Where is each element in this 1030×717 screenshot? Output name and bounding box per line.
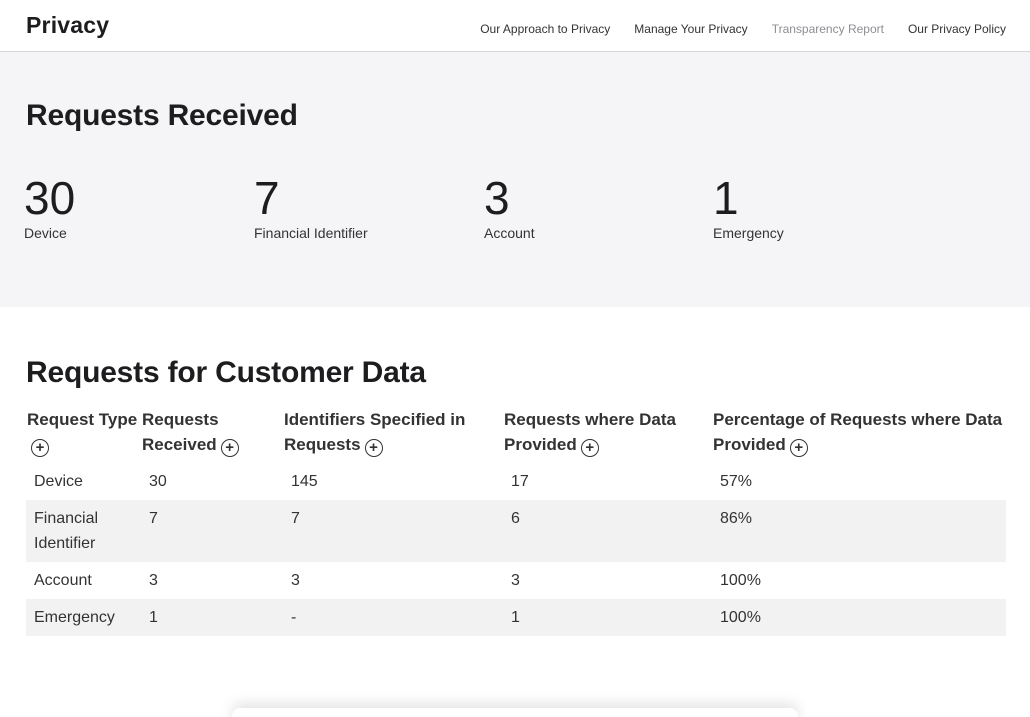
cell-identifiers: 3 [291,572,300,589]
stat-value: 7 [254,172,280,224]
column-header-label: Percentage of Requests where Data Provid… [713,410,1003,454]
customer-data-table: Request Type+ Requests Received + Identif… [26,407,1006,636]
requests-received-section: Requests Received 30 Device 7 Financial … [0,52,1030,307]
cell-data-provided: 17 [511,473,529,490]
nav-link-policy[interactable]: Our Privacy Policy [908,22,1006,36]
stat-label: Device [24,225,67,241]
column-header-label: Request Type [27,410,138,429]
column-header-label: Requests Received [142,410,219,454]
stat-label: Financial Identifier [254,225,368,241]
plus-circle-icon[interactable]: + [789,438,808,457]
cell-identifiers: 145 [291,473,318,490]
cell-request-type: Device [34,473,83,490]
cell-percentage: 57% [720,473,753,490]
plus-circle-icon[interactable]: + [220,438,239,457]
section-title-requests-received: Requests Received [26,99,298,132]
cell-request-type: Financial Identifier [34,510,99,552]
cell-requests-received: 30 [149,473,167,490]
plus-circle-icon[interactable]: + [364,438,383,457]
stat-emergency: 1 Emergency [713,172,784,241]
cell-percentage: 86% [720,510,753,527]
cell-request-type: Emergency [34,609,115,626]
stat-value: 30 [24,172,76,224]
table-row: Financial Identifier 7 7 6 86% [26,500,1006,562]
table-header: Request Type+ Requests Received + Identif… [26,407,1006,463]
cell-percentage: 100% [720,609,761,626]
cell-data-provided: 1 [511,609,520,626]
column-header-requests-received: Requests Received + [141,407,283,463]
cell-requests-received: 3 [149,572,158,589]
cell-identifiers: 7 [291,510,300,527]
cell-request-type: Account [34,572,92,589]
stat-label: Account [484,225,535,241]
nav-link-transparency-report[interactable]: Transparency Report [772,22,884,36]
section-title-customer-data: Requests for Customer Data [26,356,426,389]
cell-identifiers: - [291,609,297,626]
cell-data-provided: 3 [511,572,520,589]
plus-circle-icon[interactable]: + [580,438,599,457]
stat-label: Emergency [713,225,784,241]
cell-percentage: 100% [720,572,761,589]
cell-requests-received: 1 [149,609,158,626]
plus-circle-icon[interactable]: + [31,438,49,457]
stat-account: 3 Account [484,172,535,241]
column-header-request-type: Request Type + [26,407,141,463]
stat-device: 30 Device [24,172,75,241]
nav-link-approach[interactable]: Our Approach to Privacy [480,22,610,36]
stat-financial-identifier: 7 Financial Identifier [254,172,368,241]
stat-value: 1 [713,172,739,224]
nav-links: Our Approach to Privacy Manage Your Priv… [456,22,1006,36]
column-header-identifiers-specified: Identifiers Specified in Requests + [283,407,503,463]
table-row: Account 3 3 3 100% [26,562,1006,599]
column-header-data-provided: Requests where Data Provided + [503,407,712,463]
cell-requests-received: 7 [149,510,158,527]
global-nav: Privacy Our Approach to Privacy Manage Y… [0,0,1030,52]
stat-value: 3 [484,172,510,224]
table-row: Device 30 145 17 57% [26,463,1006,500]
column-header-percentage-provided: Percentage of Requests where Data Provid… [712,407,1006,463]
nav-link-manage[interactable]: Manage Your Privacy [634,22,747,36]
bottom-panel-edge [232,708,798,717]
cell-data-provided: 6 [511,510,520,527]
table-row: Emergency 1 - 1 100% [26,599,1006,636]
brand-privacy-link[interactable]: Privacy [26,12,109,39]
